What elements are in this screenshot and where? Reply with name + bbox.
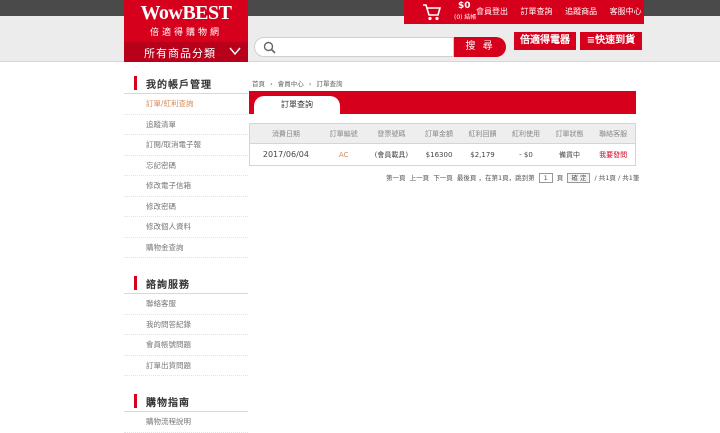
nav-links: 會員登出 訂單查詢 追蹤商品 客服中心 bbox=[476, 6, 652, 17]
bonus-reward: $2,179 bbox=[470, 150, 495, 159]
pager-jump-input[interactable]: 1 bbox=[538, 173, 553, 183]
breadcrumb-current: 訂單查詢 bbox=[316, 80, 343, 88]
sidebar-item-change-password[interactable]: 修改密碼 bbox=[124, 197, 248, 217]
sidebar-item-shopping-process[interactable]: 購物流程說明 bbox=[124, 412, 248, 433]
breadcrumb-home[interactable]: 首頁 bbox=[252, 80, 265, 88]
pager-confirm-button[interactable]: 確 定 bbox=[567, 173, 591, 183]
member-nav: $0 (0) 結帳 會員登出 訂單查詢 追蹤商品 客服中心 bbox=[404, 0, 644, 24]
pager-next[interactable]: 下一頁 bbox=[433, 174, 453, 182]
nav-link-order-query[interactable]: 訂單查詢 bbox=[521, 7, 553, 16]
pager-current-label: ，在第1頁，跳到第 bbox=[478, 174, 535, 182]
order-status: 備貨中 bbox=[558, 150, 580, 159]
column-header: 聯絡客服 bbox=[591, 123, 636, 144]
category-label: 所有商品分類 bbox=[144, 47, 216, 60]
table-row: 2017/06/04 AC (會員載具) $16300 $2,179 - $0 … bbox=[250, 144, 636, 166]
sidebar-section-account: 我的帳戶管理 bbox=[124, 72, 248, 94]
logo-text: WowBEST bbox=[140, 2, 232, 24]
sidebar-item-qa-history[interactable]: 我的問答紀錄 bbox=[124, 315, 248, 335]
orders-table: 消費日期 訂單編號 發票號碼 訂單金額 紅利回饋 紅利使用 訂單狀態 聯絡客服 … bbox=[249, 123, 636, 166]
sidebar-item-edit-profile[interactable]: 修改個人資料 bbox=[124, 217, 248, 238]
sidebar-item-newsletter[interactable]: 訂閱/取消電子報 bbox=[124, 135, 248, 156]
column-header: 訂單狀態 bbox=[547, 123, 592, 144]
sidebar-item-account-issues[interactable]: 會員帳號問題 bbox=[124, 335, 248, 356]
pager-last[interactable]: 最後頁 bbox=[457, 174, 477, 182]
sidebar-section-service: 諮詢服務 bbox=[124, 272, 248, 294]
order-number-link[interactable]: AC bbox=[322, 144, 365, 166]
sidebar-item-orders-bonus[interactable]: 訂單/紅利查詢 bbox=[124, 94, 248, 115]
sidebar-section-title: 購物指南 bbox=[146, 398, 190, 409]
sidebar-item-forgot-password[interactable]: 忘記密碼 bbox=[124, 156, 248, 176]
column-header: 紅利使用 bbox=[504, 123, 548, 144]
sidebar-section-guide: 購物指南 bbox=[124, 390, 248, 412]
sidebar-item-change-email[interactable]: 修改電子信箱 bbox=[124, 176, 248, 197]
tab-bar: 訂單查詢 bbox=[249, 91, 636, 114]
nav-link-tracking[interactable]: 追蹤商品 bbox=[565, 7, 597, 16]
tab-order-query[interactable]: 訂單查詢 bbox=[254, 96, 340, 114]
sidebar-item-shipping-issues[interactable]: 訂單出貨問題 bbox=[124, 356, 248, 376]
ask-question-link[interactable]: 我要發問 bbox=[591, 144, 635, 166]
search-box bbox=[254, 37, 454, 57]
column-header: 發票號碼 bbox=[365, 123, 418, 144]
order-date: 2017/06/04 bbox=[262, 150, 309, 159]
cart-amount: $0 bbox=[458, 1, 471, 11]
breadcrumb-member[interactable]: 會員中心 bbox=[278, 80, 304, 88]
cart-checkout-link[interactable]: (0) 結帳 bbox=[454, 12, 476, 21]
bonus-used: - $0 bbox=[519, 150, 533, 159]
pager-page-unit: 頁 bbox=[556, 174, 564, 182]
pager-total: / 共1頁 / 共1筆 bbox=[594, 174, 640, 182]
breadcrumb-sep: › bbox=[308, 80, 312, 88]
section-marker bbox=[134, 76, 137, 90]
column-header: 訂單編號 bbox=[321, 123, 366, 144]
order-amount: $16300 bbox=[425, 150, 453, 159]
sidebar-item-tracking[interactable]: 追蹤清單 bbox=[124, 115, 248, 135]
column-header: 消費日期 bbox=[249, 123, 322, 144]
pager-first[interactable]: 第一頁 bbox=[386, 174, 406, 182]
promo-fast-delivery-button[interactable]: ≡快速到貨 bbox=[580, 32, 642, 50]
search-input[interactable] bbox=[281, 40, 451, 54]
section-marker bbox=[134, 394, 137, 408]
nav-link-logout[interactable]: 會員登出 bbox=[476, 7, 508, 16]
sidebar-item-credit-query[interactable]: 購物金查詢 bbox=[124, 238, 248, 258]
sidebar-section-title: 我的帳戶管理 bbox=[146, 80, 212, 91]
search-icon bbox=[263, 41, 276, 54]
cart-icon[interactable] bbox=[422, 3, 442, 21]
nav-link-service[interactable]: 客服中心 bbox=[610, 7, 642, 16]
breadcrumb-sep: › bbox=[270, 80, 273, 88]
search-button[interactable]: 搜 尋 bbox=[454, 37, 506, 57]
table-header-row: 消費日期 訂單編號 發票號碼 訂單金額 紅利回饋 紅利使用 訂單狀態 聯絡客服 bbox=[249, 123, 636, 144]
pagination: 第一頁 上一頁 下一頁 最後頁 ，在第1頁，跳到第 1 頁 確 定 / 共1頁 … bbox=[386, 172, 639, 183]
promo-appliance-button[interactable]: 倍適得電器 bbox=[514, 32, 576, 50]
section-marker bbox=[134, 276, 137, 290]
column-header: 紅利回饋 bbox=[460, 123, 505, 144]
invoice-number: (會員載具) bbox=[374, 150, 409, 159]
sidebar: 我的帳戶管理 訂單/紅利查詢 追蹤清單 訂閱/取消電子報 忘記密碼 修改電子信箱… bbox=[124, 72, 248, 433]
breadcrumb: 首頁 › 會員中心 › 訂單查詢 bbox=[252, 78, 346, 88]
sidebar-item-contact-service[interactable]: 聯絡客服 bbox=[124, 294, 248, 315]
column-header: 訂單金額 bbox=[417, 123, 461, 144]
pager-prev[interactable]: 上一頁 bbox=[410, 174, 430, 182]
logo-subtitle: 倍適得購物網 bbox=[149, 28, 222, 38]
category-menu-button[interactable]: 所有商品分類 bbox=[124, 42, 248, 62]
sidebar-section-title: 諮詢服務 bbox=[146, 280, 190, 291]
chevron-down-icon bbox=[229, 47, 241, 56]
